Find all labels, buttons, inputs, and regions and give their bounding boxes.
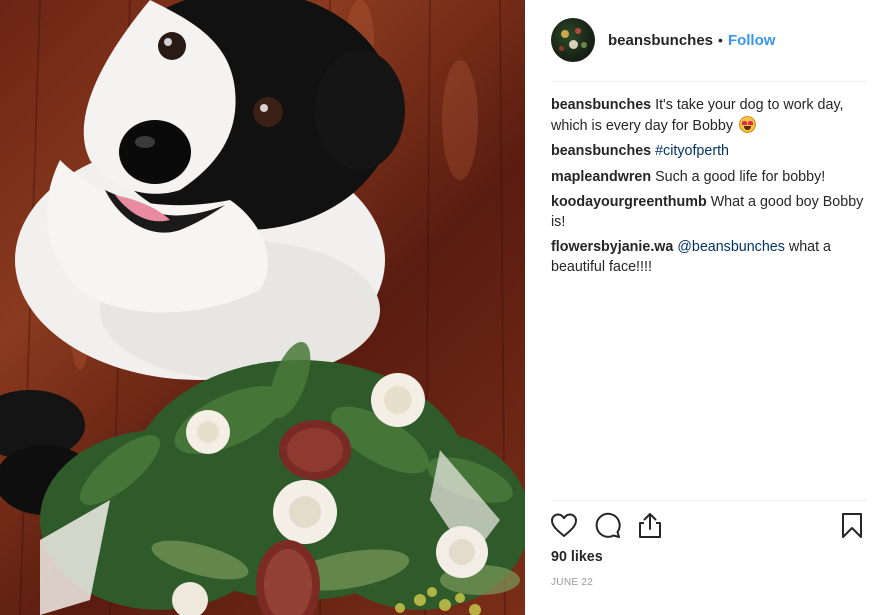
comment-username[interactable]: mapleandwren xyxy=(551,169,651,185)
list-item: beansbunches #cityofperth xyxy=(551,142,867,162)
comment-button[interactable] xyxy=(592,510,622,540)
share-button[interactable] xyxy=(635,510,665,540)
hashtag-link[interactable]: #cityofperth xyxy=(655,143,729,159)
comment-username[interactable]: koodayourgreenthumb xyxy=(551,194,707,210)
comment-username[interactable]: beansbunches xyxy=(551,143,651,159)
post-header: beansbunches • Follow xyxy=(551,17,867,63)
save-button[interactable] xyxy=(837,510,867,540)
heart-icon xyxy=(551,513,577,537)
likes-count[interactable]: 90 likes xyxy=(551,549,603,565)
action-bar xyxy=(549,510,867,542)
like-button[interactable] xyxy=(549,510,579,540)
mention-link[interactable]: @beansbunches xyxy=(677,239,785,255)
list-item: flowersbyjanie.wa @beansbunches what a b… xyxy=(551,238,867,277)
header-username[interactable]: beansbunches xyxy=(608,32,713,49)
post-photo[interactable] xyxy=(0,0,525,615)
header-separator: • xyxy=(718,32,723,48)
comment-username[interactable]: beansbunches xyxy=(551,97,651,113)
dog-photo-illustration xyxy=(0,0,525,615)
avatar[interactable] xyxy=(551,18,595,62)
comment-text: Such a good life for bobby! xyxy=(655,168,826,185)
share-icon xyxy=(639,513,661,538)
list-item: koodayourgreenthumb What a good boy Bobb… xyxy=(551,193,867,232)
actions-divider xyxy=(551,500,867,501)
comments-list: beansbunches It's take your dog to work … xyxy=(551,96,867,283)
comment-icon xyxy=(595,512,621,538)
follow-button[interactable]: Follow xyxy=(728,32,776,49)
heart-eyes-emoji-icon xyxy=(738,115,756,133)
comment-username[interactable]: flowersbyjanie.wa xyxy=(551,239,673,255)
post-side-panel: beansbunches • Follow beansbunches It's … xyxy=(535,0,875,615)
post-date[interactable]: JUNE 22 xyxy=(551,577,593,588)
header-divider xyxy=(551,81,867,82)
bookmark-icon xyxy=(842,513,862,538)
caption-comment: beansbunches It's take your dog to work … xyxy=(551,96,867,136)
list-item: mapleandwren Such a good life for bobby! xyxy=(551,168,867,188)
